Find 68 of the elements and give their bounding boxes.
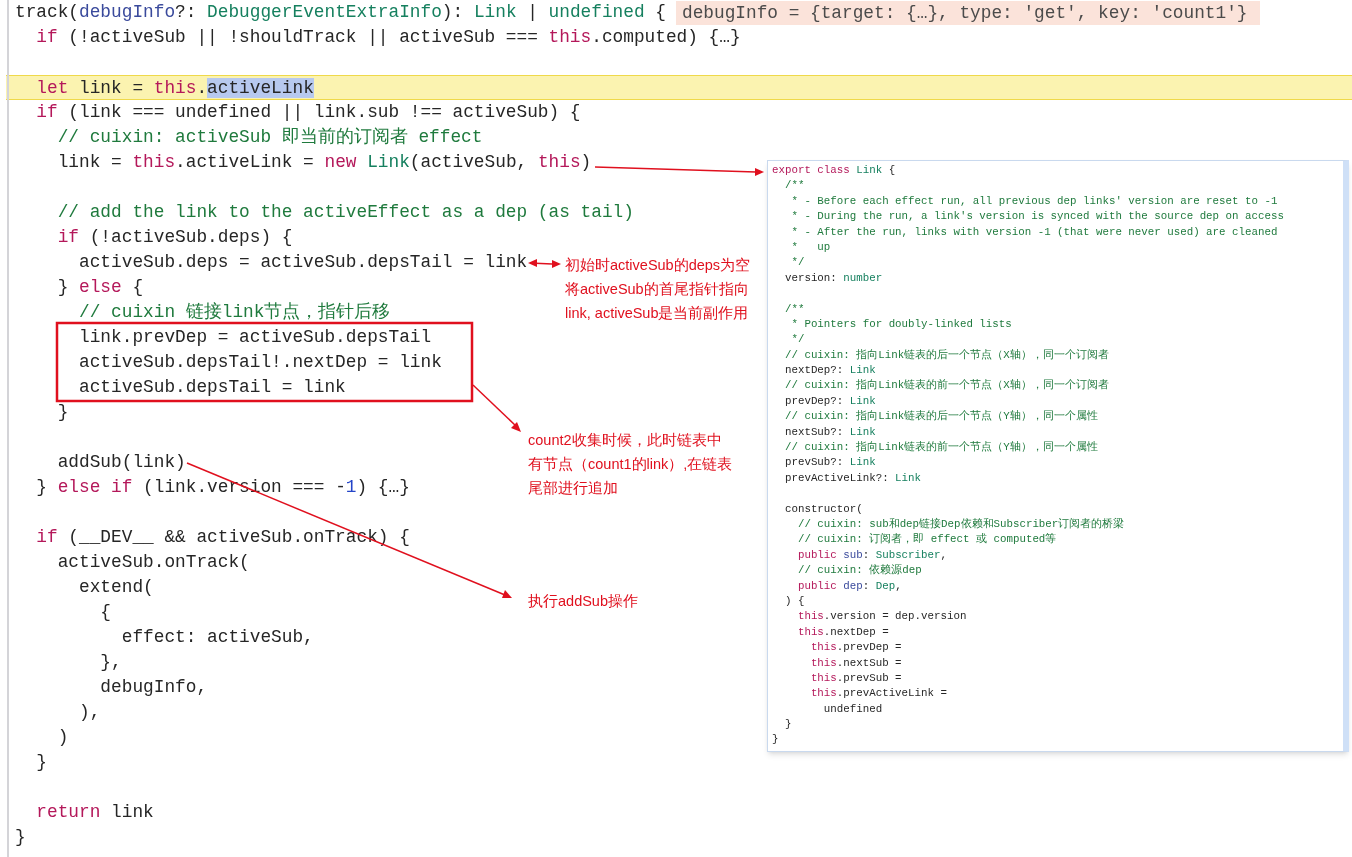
code-line: } else {	[56, 276, 144, 299]
code-line: // add the link to the activeEffect as a dep (as tail)	[56, 201, 634, 224]
code-line: constructor(	[783, 501, 864, 517]
code-line: // cuixin: sub和dep链接Dep依赖和Subscriber订阅者的桥梁	[796, 517, 1126, 532]
arrow	[472, 384, 521, 432]
code-line: * up	[790, 239, 832, 255]
code-line: link.prevDep = activeSub.depsTail	[78, 326, 432, 349]
code-line: }	[15, 826, 26, 849]
code-line: version: number	[783, 270, 884, 286]
code-line: debugInfo,	[99, 676, 208, 699]
code-line: * Pointers for doubly-linked lists	[790, 316, 1013, 332]
code-line: }	[56, 401, 69, 424]
code-line: this.prevDep =	[809, 640, 903, 656]
code-line: // cuixin 链接link节点，指针后移	[78, 301, 391, 324]
code-line: /**	[783, 178, 806, 194]
inline-debug-value: debugInfo = {target: {…}, type: 'get', key: 'count1'}	[675, 0, 1260, 25]
code-line: export class Link {	[772, 163, 897, 178]
code-line: }	[35, 751, 47, 774]
code-line: // cuixin: activeSub 即当前的订阅者 effect	[56, 126, 483, 149]
code-line: // cuixin: 指向Link链表的前一个节点（Y轴），同一个属性	[783, 440, 1099, 456]
code-line: {	[99, 601, 112, 624]
code-line: },	[99, 651, 122, 674]
code-line: // cuixin: 指向Link链表的后一个节点（Y轴），同一个属性	[783, 409, 1099, 425]
code-line: * - After the run, links with version -1 (that were never used) are cleaned	[790, 224, 1279, 240]
code-line: track(debugInfo?: DebuggerEventExtraInfo): Link | undefined {	[15, 1, 666, 24]
code-line: activeSub.depsTail = link	[78, 376, 346, 399]
code-line: this.prevActiveLink =	[809, 686, 948, 702]
code-line: activeSub.depsTail!.nextDep = link	[78, 351, 442, 374]
annotation-note: 初始时activeSub的deps为空 将activeSub的首尾指针指向 link, activeSub是当前副作用	[565, 256, 751, 323]
code-line: ),	[78, 701, 101, 724]
code-line: effect: activeSub,	[120, 626, 314, 649]
code-line: addSub(link)	[56, 451, 186, 474]
code-line: * - Before each effect run, all previous dep links' version are reset to -1	[790, 193, 1279, 209]
arrow	[528, 259, 561, 268]
code-line: }	[783, 717, 793, 733]
code-line: this.version = dep.version	[796, 609, 968, 625]
code-line: public dep: Dep,	[796, 578, 903, 594]
code-line: if (link === undefined || link.sub !== activeSub) {	[35, 101, 581, 124]
code-line: // cuixin: 指向Link链表的后一个节点（X轴），同一个订阅者	[783, 347, 1110, 363]
code-line: extend(	[78, 576, 154, 599]
code-line: return link	[35, 801, 154, 824]
code-line: prevSub?: Link	[783, 455, 877, 471]
code-line: activeSub.deps = activeSub.depsTail = link	[78, 251, 528, 274]
code-line: * - During the run, a link's version is synced with the source dep on access	[790, 209, 1285, 225]
code-line: prevActiveLink?: Link	[783, 470, 923, 486]
annotation-note: 执行addSub操作	[528, 592, 638, 611]
code-line: ) {	[783, 593, 806, 609]
code-line: this.nextSub =	[809, 655, 903, 671]
code-line: activeSub.onTrack(	[56, 551, 250, 574]
code-line: // cuixin: 订阅者，即 effect 或 computed等	[796, 532, 1058, 548]
code-line: }	[772, 732, 780, 748]
code-line: prevDep?: Link	[783, 393, 877, 409]
code-line: this.nextDep =	[796, 624, 890, 640]
code-line: undefined	[822, 701, 884, 717]
code-line: )	[56, 726, 69, 749]
code-line: /**	[783, 301, 806, 317]
code-line: */	[790, 255, 806, 271]
code-line: // cuixin: 依赖源dep	[796, 563, 923, 579]
annotation-note: count2收集时候，此时链表中 有节点（count1的link）,在链表 尾部进行追加	[528, 431, 733, 498]
code-line: nextDep?: Link	[783, 363, 877, 379]
code-line: // cuixin: 指向Link链表的前一个节点（X轴），同一个订阅者	[783, 378, 1110, 394]
code-line: if (!activeSub || !shouldTrack || activeSub === this.computed) {…}	[35, 26, 741, 49]
code-line: nextSub?: Link	[783, 424, 877, 440]
code-line: link = this.activeLink = new Link(activeSub, this)	[56, 151, 592, 174]
code-line: */	[790, 332, 806, 348]
code-line: public sub: Subscriber,	[796, 547, 948, 563]
code-line: if (!activeSub.deps) {	[56, 226, 293, 249]
code-line: this.prevSub =	[809, 670, 903, 686]
